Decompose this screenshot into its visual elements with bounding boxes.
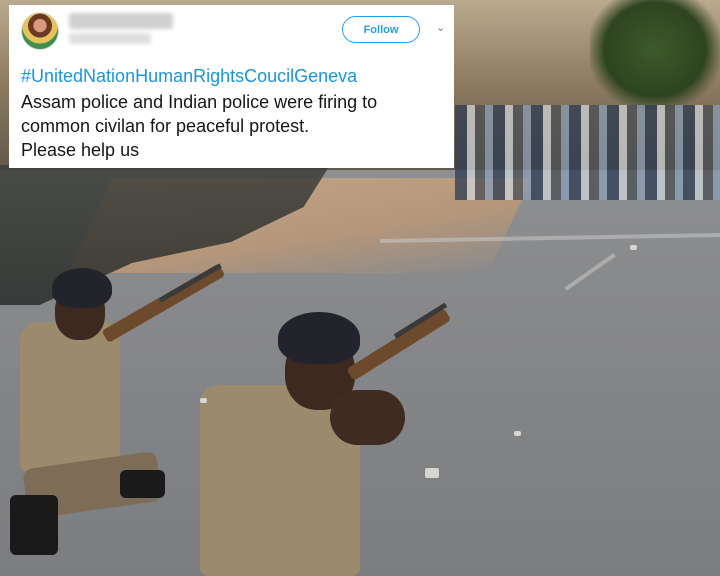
tweet-text-line: Please help us	[21, 140, 140, 160]
profile-avatar[interactable]	[21, 12, 59, 50]
debris	[425, 468, 439, 478]
blurred-display-name	[69, 13, 173, 29]
hashtag-link[interactable]: #UnitedNationHumanRightsCoucilGeneva	[21, 66, 357, 87]
debris	[630, 245, 637, 250]
tree	[590, 0, 720, 110]
follow-button[interactable]: Follow	[342, 16, 420, 43]
chevron-down-icon[interactable]: ⌄	[436, 23, 446, 34]
tweet-text: Assam police and Indian police were firi…	[21, 90, 451, 162]
debris	[200, 398, 207, 403]
tweet-card: Follow ⌄ #UnitedNationHumanRightsCoucilG…	[9, 5, 454, 168]
tweet-text-line: common civilan for peaceful protest.	[21, 116, 310, 136]
blurred-handle	[69, 33, 151, 44]
debris	[514, 431, 521, 436]
crowd-right	[455, 105, 720, 200]
tweet-text-line: Assam police and Indian police were firi…	[21, 92, 378, 112]
